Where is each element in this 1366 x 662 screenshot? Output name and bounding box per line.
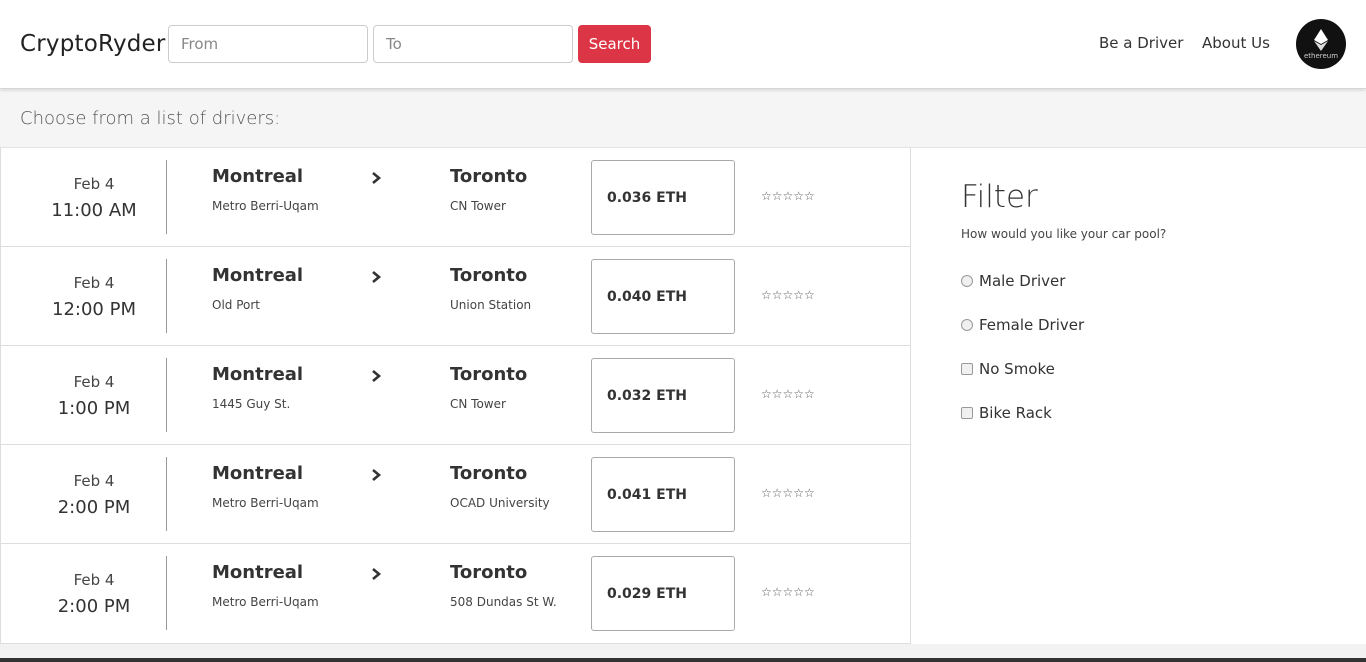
divider <box>166 160 167 234</box>
rides-list: Feb 4 11:00 AM Montreal Metro Berri-Uqam Tor… <box>0 148 911 644</box>
price-value: 0.032 ETH <box>607 388 687 404</box>
radio-button[interactable] <box>961 319 973 331</box>
chevron-right-icon <box>370 368 382 387</box>
to-place: CN Tower <box>450 199 506 213</box>
from-input[interactable] <box>168 25 368 63</box>
filter-option-label: Bike Rack <box>979 404 1052 422</box>
page-title: Choose from a list of drivers: <box>20 108 281 129</box>
ride-date: Feb 4 <box>73 472 115 490</box>
brand-logo[interactable]: CryptoRyder <box>20 31 166 57</box>
search-button[interactable]: Search <box>578 25 651 63</box>
ethereum-logo-text: ethereum <box>1303 52 1339 60</box>
divider <box>166 259 167 333</box>
price-value: 0.040 ETH <box>607 289 687 305</box>
divider <box>166 556 167 630</box>
chevron-right-icon <box>370 269 382 288</box>
ride-time: 12:00 PM <box>52 299 136 320</box>
navbar: CryptoRyder Search Be a Driver About Us … <box>0 0 1366 89</box>
to-place: OCAD University <box>450 496 550 510</box>
filter-title: Filter <box>961 179 1038 215</box>
footer-line <box>0 658 1366 662</box>
ride-date: Feb 4 <box>73 274 115 292</box>
price-box[interactable]: 0.041 ETH <box>591 457 735 532</box>
to-city: Toronto <box>450 166 528 187</box>
subheader: Choose from a list of drivers: <box>0 90 1366 148</box>
rating-stars[interactable]: ☆☆☆☆☆ <box>761 288 815 302</box>
from-city: Montreal <box>212 463 304 484</box>
ride-row[interactable]: Feb 4 12:00 PM Montreal Old Port Toronto Unio… <box>1 247 911 346</box>
filter-option-label: Female Driver <box>979 316 1085 334</box>
from-place: Metro Berri-Uqam <box>212 595 319 609</box>
price-box[interactable]: 0.040 ETH <box>591 259 735 334</box>
ride-date: Feb 4 <box>73 175 115 193</box>
from-place: Metro Berri-Uqam <box>212 199 319 213</box>
to-place: Union Station <box>450 298 532 312</box>
rating-stars[interactable]: ☆☆☆☆☆ <box>761 486 815 500</box>
from-place: Metro Berri-Uqam <box>212 496 319 510</box>
chevron-right-icon <box>370 170 382 189</box>
divider <box>166 358 167 432</box>
ride-time: 2:00 PM <box>57 596 131 617</box>
filter-option-label: Male Driver <box>979 272 1066 290</box>
ride-row[interactable]: Feb 4 11:00 AM Montreal Metro Berri-Uqam Tor… <box>1 148 911 247</box>
ride-time: 11:00 AM <box>51 200 137 221</box>
ride-row[interactable]: Feb 4 1:00 PM Montreal 1445 Guy St. Toronto C… <box>1 346 911 445</box>
to-place: 508 Dundas St W. <box>450 595 557 609</box>
ride-time: 1:00 PM <box>57 398 131 419</box>
filter-panel: Filter How would you like your car pool?… <box>911 148 1366 644</box>
ride-row[interactable]: Feb 4 2:00 PM Montreal Metro Berri-Uqam Toro… <box>1 445 911 544</box>
price-box[interactable]: 0.036 ETH <box>591 160 735 235</box>
from-city: Montreal <box>212 364 304 385</box>
to-city: Toronto <box>450 265 528 286</box>
checkbox[interactable] <box>961 363 973 375</box>
divider <box>166 457 167 531</box>
price-box[interactable]: 0.032 ETH <box>591 358 735 433</box>
filter-question: How would you like your car pool? <box>961 227 1167 241</box>
to-city: Toronto <box>450 364 528 385</box>
price-value: 0.036 ETH <box>607 190 687 206</box>
to-input[interactable] <box>373 25 573 63</box>
price-box[interactable]: 0.029 ETH <box>591 556 735 631</box>
to-place: CN Tower <box>450 397 506 411</box>
ethereum-logo-icon[interactable]: ethereum <box>1296 19 1346 69</box>
filter-option-label: No Smoke <box>979 360 1055 378</box>
from-city: Montreal <box>212 265 304 286</box>
nav-link-about-us[interactable]: About Us <box>1202 34 1270 52</box>
nav-link-be-a-driver[interactable]: Be a Driver <box>1099 34 1183 52</box>
ride-time: 2:00 PM <box>57 497 131 518</box>
price-value: 0.041 ETH <box>607 487 687 503</box>
radio-button[interactable] <box>961 275 973 287</box>
rating-stars[interactable]: ☆☆☆☆☆ <box>761 387 815 401</box>
from-place: Old Port <box>212 298 260 312</box>
ride-date: Feb 4 <box>73 373 115 391</box>
ride-row[interactable]: Feb 4 2:00 PM Montreal Metro Berri-Uqam Toro… <box>1 544 911 643</box>
chevron-right-icon <box>370 467 382 486</box>
to-city: Toronto <box>450 562 528 583</box>
to-city: Toronto <box>450 463 528 484</box>
chevron-right-icon <box>370 566 382 585</box>
from-city: Montreal <box>212 562 304 583</box>
from-place: 1445 Guy St. <box>212 397 291 411</box>
from-city: Montreal <box>212 166 304 187</box>
price-value: 0.029 ETH <box>607 586 687 602</box>
ride-date: Feb 4 <box>73 571 115 589</box>
rating-stars[interactable]: ☆☆☆☆☆ <box>761 585 815 599</box>
checkbox[interactable] <box>961 407 973 419</box>
rating-stars[interactable]: ☆☆☆☆☆ <box>761 189 815 203</box>
